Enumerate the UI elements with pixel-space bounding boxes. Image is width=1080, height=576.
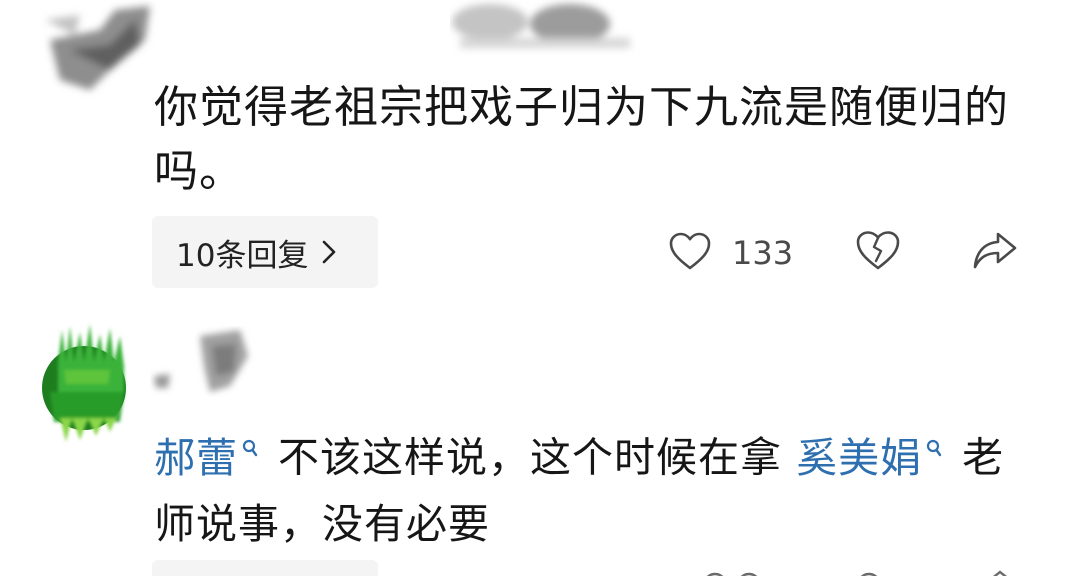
reply-count-label: 10条回复 [176,237,309,274]
search-icon [242,410,258,476]
broken-heart-icon[interactable] [855,229,901,275]
mention-link[interactable]: 奚美娟 [782,434,962,482]
comment-text: 你觉得老祖宗把戏子归为下九流是随便归的吗。 [154,82,1009,197]
avatar-green[interactable] [40,322,132,446]
heart-outline-icon [668,231,712,275]
mention-name[interactable]: 奚美娟 [796,434,922,482]
comment-text: 郝蕾 不该这样说，这个时候在拿 奚美娟 老师说事，没有必要 [154,410,1044,557]
view-replies-button[interactable]: 10条回复 [152,216,378,288]
comment-feed: 你觉得老祖宗把戏子归为下九流是随便归的吗。 10条回复 133 郝蕾 不该这样说… [0,0,1080,576]
username-blurred[interactable] [450,0,640,60]
mention-name[interactable]: 郝蕾 [154,434,238,482]
chevron-right-icon [322,240,336,264]
action-bar-partial [700,566,1040,576]
search-icon [926,410,942,476]
like-count: 133 [732,234,794,272]
share-arrow-icon[interactable] [972,230,1018,276]
mention-link[interactable]: 郝蕾 [154,434,278,482]
avatar-blurred[interactable] [40,0,160,100]
comment-text-part: 不该这样说，这个时候在拿 [278,433,783,482]
like-button[interactable]: 133 [668,228,793,278]
view-replies-button-partial[interactable] [152,560,378,576]
username-blurred[interactable] [150,326,270,398]
